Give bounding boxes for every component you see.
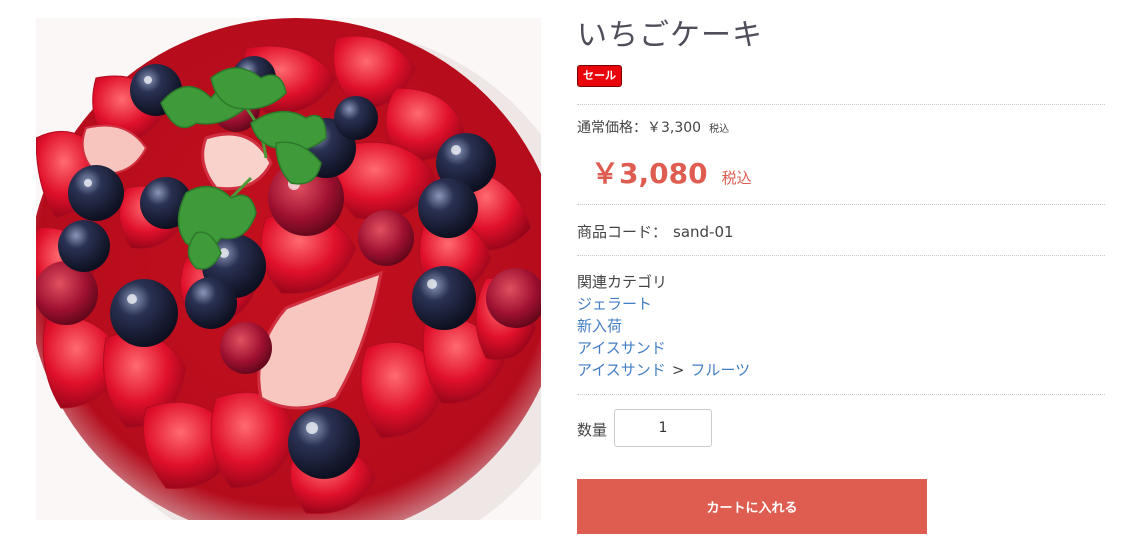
divider: [577, 104, 1105, 105]
divider: [577, 394, 1105, 395]
quantity-input[interactable]: [614, 409, 712, 447]
regular-price-label: 通常価格：￥3,300: [577, 120, 702, 136]
divider: [577, 204, 1105, 205]
sale-price-amount: ￥3,080: [591, 157, 708, 190]
regular-price: 通常価格：￥3,300 税込: [577, 117, 729, 137]
strawberry-tart-photo-icon: [36, 18, 541, 520]
category-link-fruits[interactable]: フルーツ: [690, 361, 750, 379]
category-link-gelato[interactable]: ジェラート: [577, 295, 652, 313]
divider: [577, 255, 1105, 256]
sale-badge: セール: [577, 65, 622, 87]
product-title: いちごケーキ: [577, 18, 763, 53]
related-categories-heading: 関連カテゴリ: [577, 273, 668, 291]
product-image: [36, 18, 541, 520]
regular-price-tax: 税込: [709, 124, 730, 135]
sale-price-tax: 税込: [721, 169, 752, 187]
quantity-label: 数量: [577, 421, 608, 439]
category-link-ice-sandwich[interactable]: アイスサンド: [577, 339, 666, 357]
add-to-cart-button[interactable]: カートに入れる: [577, 479, 927, 534]
category-link-ice-sandwich-parent[interactable]: アイスサンド: [577, 361, 666, 379]
category-link-new-arrivals[interactable]: 新入荷: [577, 317, 622, 335]
breadcrumb-separator: >: [671, 361, 685, 379]
product-code: 商品コード： sand-01: [577, 221, 734, 242]
product-code-value: sand-01: [673, 223, 734, 241]
sale-price: ￥3,080 税込: [591, 152, 752, 192]
related-categories: 関連カテゴリ ジェラート 新入荷 アイスサンド アイスサンド > フルーツ: [577, 271, 750, 381]
product-code-label: 商品コード：: [577, 223, 668, 241]
category-breadcrumb: アイスサンド > フルーツ: [577, 359, 750, 381]
